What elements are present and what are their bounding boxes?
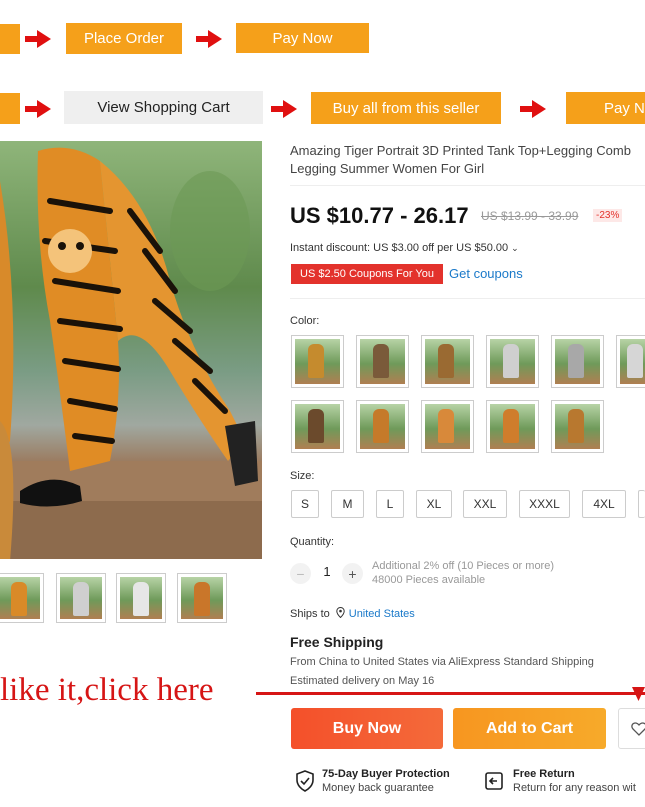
size-option-xxl[interactable]: XXL [463,490,507,518]
color-swatch[interactable] [356,400,409,453]
color-swatch[interactable] [421,400,474,453]
free-return-title: Free Return [513,768,575,780]
add-to-cart-button[interactable]: Add to Cart [453,708,606,749]
arrow-right-icon [520,100,546,118]
size-option-s[interactable]: S [291,490,319,518]
size-option-m[interactable]: M [331,490,364,518]
promo-arrow-icon [632,687,645,706]
buyer-protection-title: 75-Day Buyer Protection [322,768,450,780]
product-main-image [0,141,262,559]
pay-now-button[interactable]: Pay Now [236,23,369,53]
color-swatch[interactable] [291,400,344,453]
chevron-down-icon: ⌄ [511,243,519,253]
instant-discount[interactable]: Instant discount: US $3.00 off per US $5… [290,242,519,254]
arrow-right-icon [271,100,297,118]
pay-now-button-2[interactable]: Pay No [566,92,645,124]
wishlist-button[interactable] [618,708,645,749]
buyer-protection-sub: Money back guarantee [322,782,434,794]
location-pin-icon [336,606,345,621]
size-option-4xl[interactable]: 4XL [582,490,626,518]
color-swatch[interactable] [551,335,604,388]
color-swatch[interactable] [551,400,604,453]
discount-badge: -23% [593,209,623,222]
price-range: US $10.77 - 26.17 [290,203,469,228]
view-shopping-cart-button[interactable]: View Shopping Cart [64,91,263,124]
quantity-increase-button[interactable]: + [342,563,363,584]
coupon-badge[interactable]: US $2.50 Coupons For You [291,264,443,284]
color-swatch[interactable] [616,335,645,388]
color-swatch[interactable] [486,335,539,388]
buy-now-button[interactable]: Buy Now [291,708,443,749]
color-swatch[interactable] [356,335,409,388]
size-option-l[interactable]: L [376,490,404,518]
size-option-xxxl[interactable]: XXXL [519,490,570,518]
arrow-right-icon [25,30,51,48]
place-order-button[interactable]: Place Order [66,23,182,54]
size-label: Size: [290,470,315,482]
buy-all-from-seller-button[interactable]: Buy all from this seller [311,92,501,124]
color-swatch[interactable] [421,335,474,388]
size-option-partial[interactable] [638,490,645,518]
ships-to: Ships to United States [290,606,415,621]
color-swatch[interactable] [291,335,344,388]
quantity-value[interactable]: 1 [318,564,336,579]
ships-to-country-link[interactable]: United States [349,608,415,620]
divider [290,298,645,299]
heart-icon [631,722,645,741]
quantity-bulk-discount-note: Additional 2% off (10 Pieces or more) [372,560,554,572]
quantity-decrease-button[interactable]: − [290,563,311,584]
color-label: Color: [290,315,320,327]
gallery-thumbnail[interactable] [0,573,44,623]
gallery-thumbnail[interactable] [177,573,227,623]
get-coupons-link[interactable]: Get coupons [449,266,523,281]
quantity-available-note: 48000 Pieces available [372,574,486,586]
original-price: US $13.99 - 33.99 [481,209,579,223]
color-swatch[interactable] [486,400,539,453]
free-shipping-title: Free Shipping [290,634,384,650]
flow-step-partial-1[interactable] [0,24,20,54]
product-title: Amazing Tiger Portrait 3D Printed Tank T… [290,143,631,176]
free-return-sub: Return for any reason wit [513,782,636,794]
arrow-right-icon [196,30,222,48]
quantity-label: Quantity: [290,536,335,548]
flow-step-partial-2[interactable] [0,93,20,124]
size-option-xl[interactable]: XL [416,490,452,518]
promo-arrow-line [256,692,645,695]
arrow-right-icon [25,100,51,118]
divider [290,185,645,186]
promo-text: like it,click here [0,672,214,708]
estimated-delivery: Estimated delivery on May 16 [290,675,435,687]
shield-icon [295,770,315,797]
gallery-thumbnail[interactable] [116,573,166,623]
gallery-thumbnail[interactable] [56,573,106,623]
return-icon [484,771,504,796]
shipping-route: From China to United States via AliExpre… [290,656,594,668]
